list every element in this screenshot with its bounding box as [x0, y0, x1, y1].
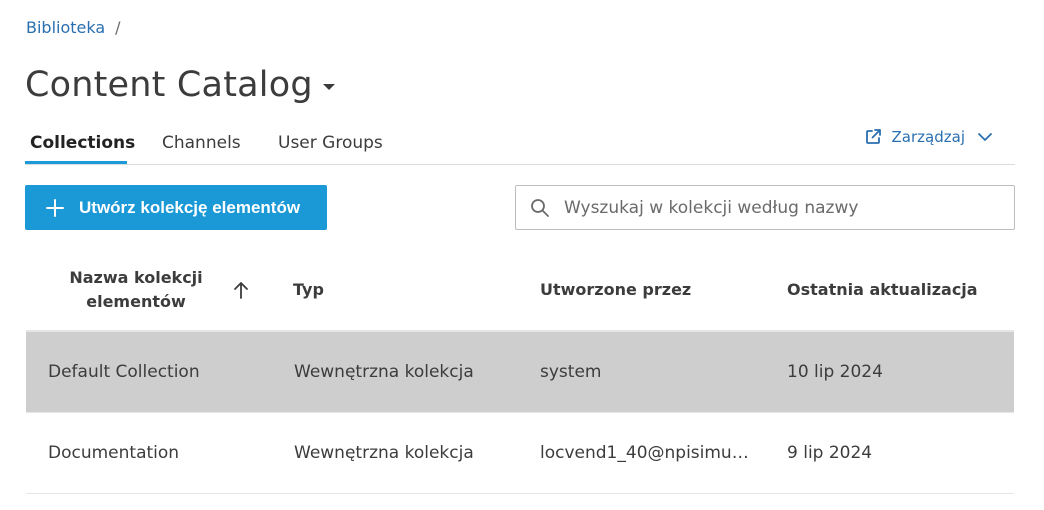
page-title: Content Catalog [25, 65, 313, 105]
cell-name: Documentation [48, 443, 180, 463]
content-catalog-page: Biblioteka / Content Catalog Collections… [0, 0, 1044, 510]
title-dropdown[interactable]: Content Catalog [25, 62, 335, 108]
cell-updated: 10 lip 2024 [787, 362, 883, 382]
tab-user-groups[interactable]: User Groups [278, 132, 383, 154]
column-header-name[interactable]: Nazwa kolekcji elementów [66, 266, 206, 314]
cell-created-by: system [540, 362, 602, 382]
column-header-created-by[interactable]: Utworzone przez [540, 278, 691, 302]
breadcrumb-separator: / [115, 18, 121, 37]
breadcrumb-library-link[interactable]: Biblioteka [26, 18, 105, 38]
cell-type: Wewnętrzna kolekcja [294, 362, 474, 382]
create-collection-label: Utwórz kolekcję elementów [79, 197, 301, 217]
collections-table: Nazwa kolekcji elementów Typ Utworzone p… [26, 250, 1014, 494]
breadcrumb: Biblioteka / [26, 18, 121, 38]
search-input[interactable] [562, 196, 986, 219]
arrow-up-icon[interactable] [232, 280, 250, 300]
manage-dropdown[interactable]: Zarządzaj [864, 128, 993, 146]
manage-label: Zarządzaj [891, 128, 965, 146]
caret-down-icon[interactable] [322, 84, 335, 90]
table-row[interactable]: Documentation Wewnętrzna kolekcja locven… [26, 413, 1014, 494]
tab-collections[interactable]: Collections [30, 132, 135, 154]
column-header-type[interactable]: Typ [293, 278, 324, 302]
column-header-updated[interactable]: Ostatnia aktualizacja [787, 278, 978, 302]
table-header: Nazwa kolekcji elementów Typ Utworzone p… [26, 250, 1014, 332]
tab-channels[interactable]: Channels [162, 132, 241, 154]
chevron-down-icon [978, 133, 992, 141]
create-collection-button[interactable]: Utwórz kolekcję elementów [25, 185, 327, 230]
external-link-icon [865, 129, 881, 144]
table-row[interactable]: Default Collection Wewnętrzna kolekcja s… [26, 332, 1014, 413]
cell-name: Default Collection [48, 362, 200, 382]
cell-type: Wewnętrzna kolekcja [294, 443, 474, 463]
plus-icon [46, 198, 64, 217]
cell-updated: 9 lip 2024 [787, 443, 873, 463]
cell-created-by: locvend1_40@npisimul... [540, 443, 750, 463]
active-tab-indicator [25, 161, 127, 164]
search-field[interactable] [515, 185, 1015, 230]
tab-bar: Collections Channels User Groups Zarządz… [25, 124, 1015, 165]
search-icon [531, 198, 549, 217]
